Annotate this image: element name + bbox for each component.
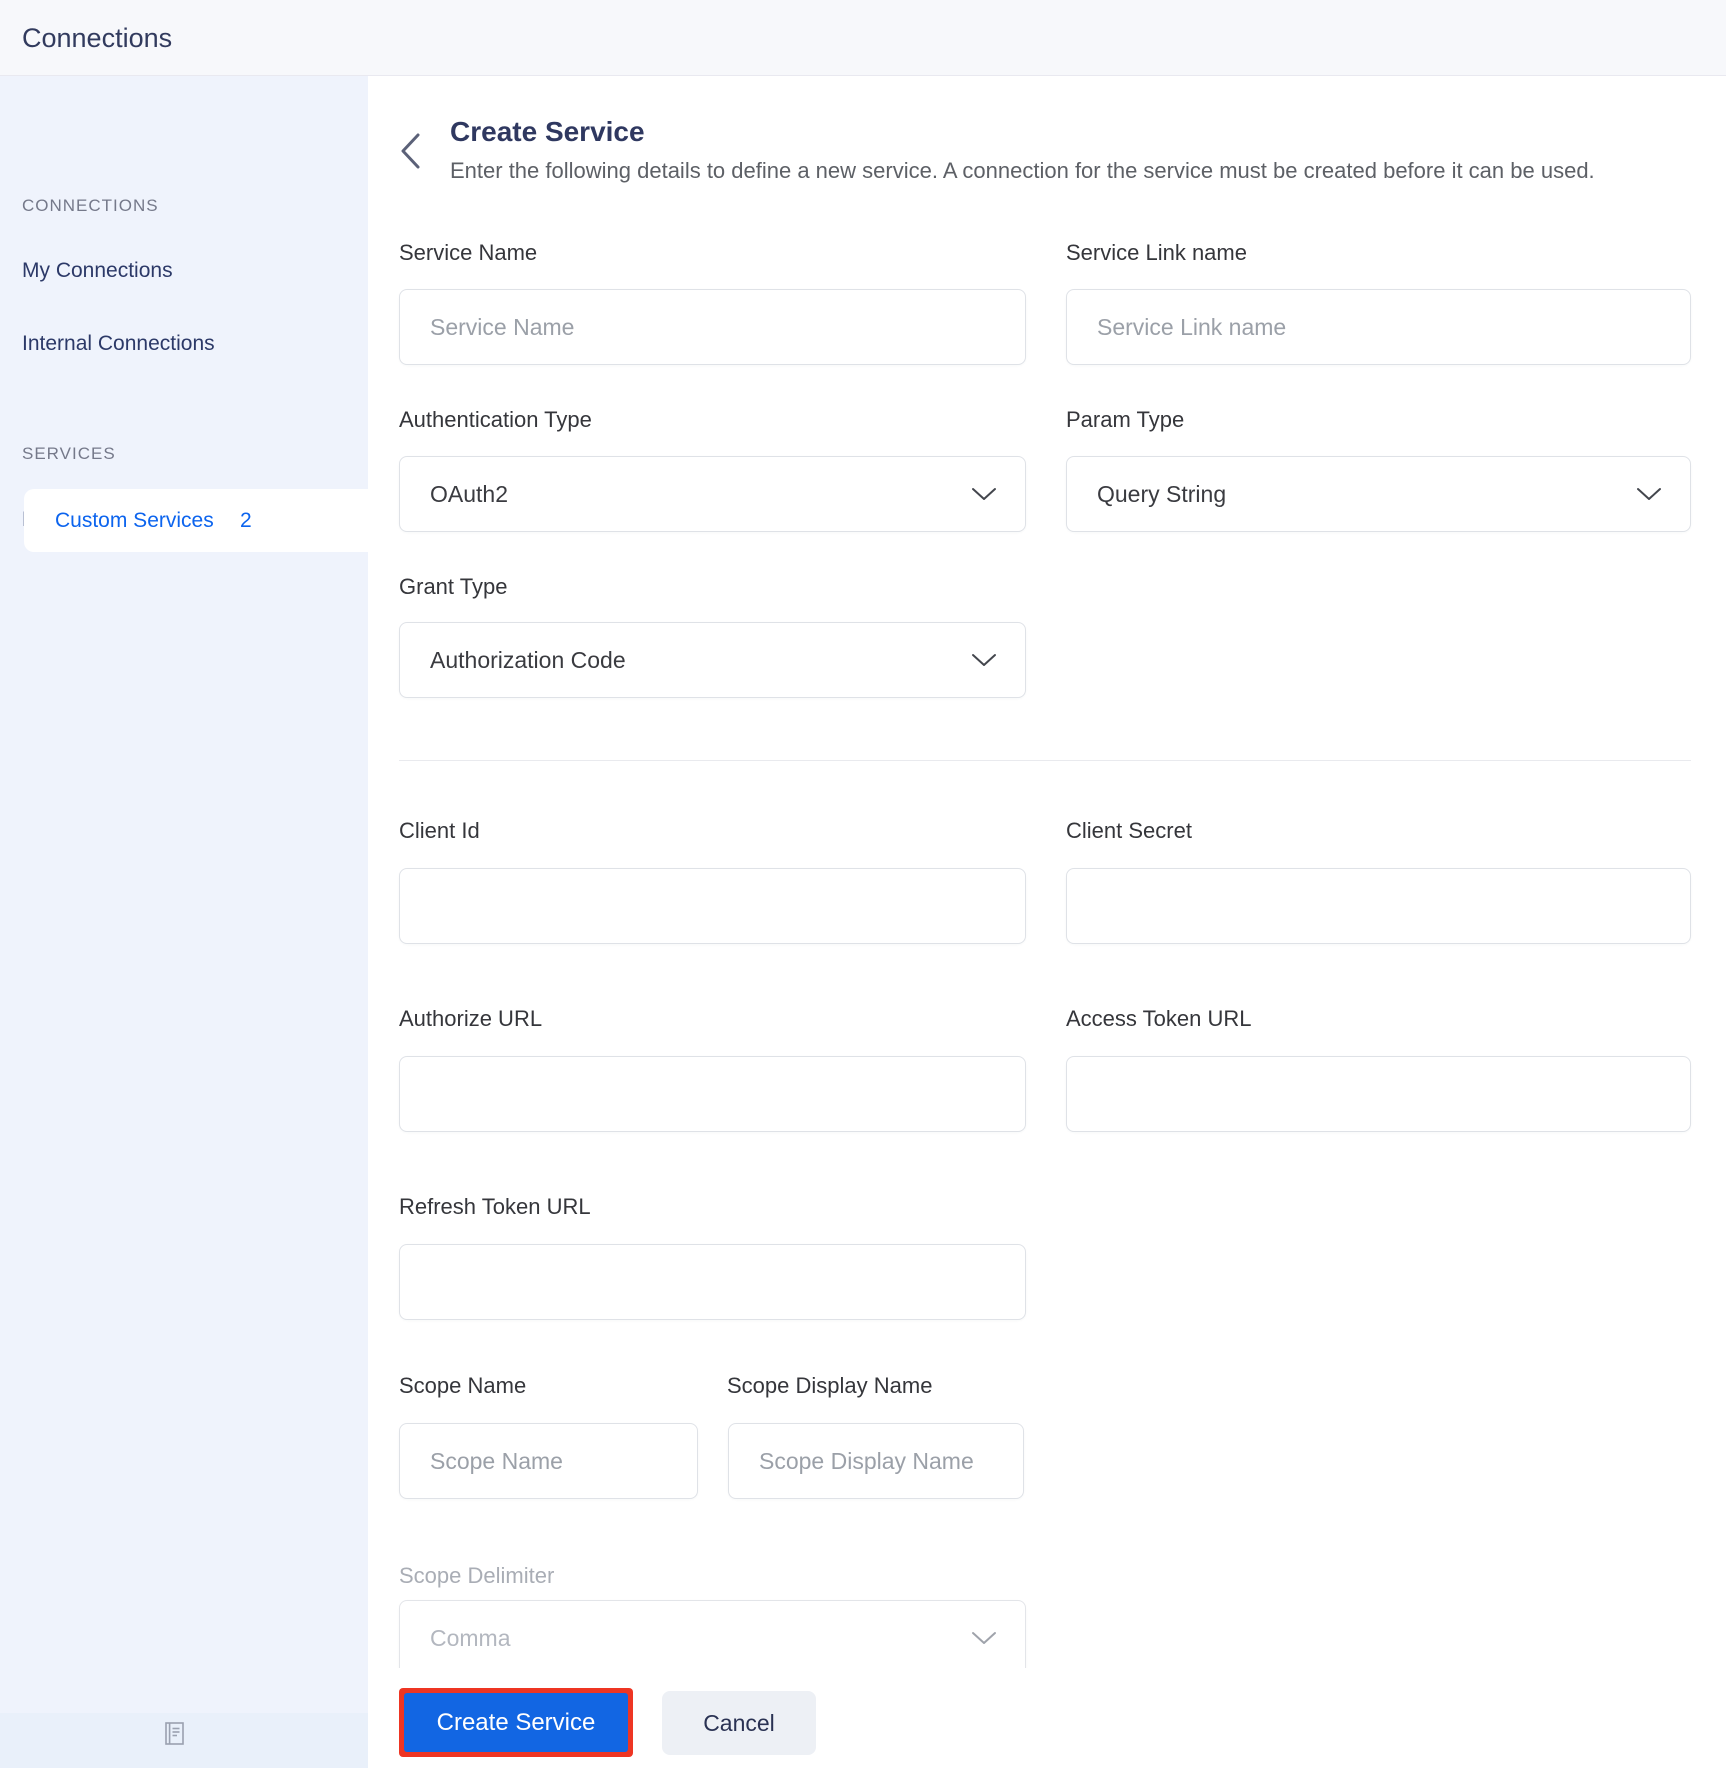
param-type-select[interactable]: Query String [1066, 456, 1691, 532]
scope-display-name-label: Scope Display Name [727, 1373, 933, 1398]
cancel-button[interactable]: Cancel [662, 1691, 816, 1755]
access-token-url-label: Access Token URL [1066, 1006, 1252, 1031]
service-link-name-input[interactable] [1066, 289, 1691, 365]
refresh-token-url-input[interactable] [399, 1244, 1026, 1320]
form-action-bar: Create Service Cancel [368, 1668, 1726, 1768]
client-secret-input[interactable] [1066, 868, 1691, 944]
sidebar-section-connections: CONNECTIONS [22, 196, 159, 215]
scope-display-name-input[interactable] [728, 1423, 1024, 1499]
page-title: Create Service [450, 116, 645, 147]
create-service-button[interactable]: Create Service [404, 1693, 628, 1752]
sidebar-item-label: Custom Services [55, 509, 214, 532]
scope-delimiter-label: Scope Delimiter [399, 1563, 555, 1588]
param-type-value: Query String [1097, 480, 1227, 507]
custom-services-count-badge: 2 [240, 509, 252, 532]
docs-panel-icon[interactable] [165, 1722, 184, 1745]
access-token-url-input[interactable] [1066, 1056, 1691, 1132]
chevron-left-icon [401, 133, 420, 169]
param-type-label: Param Type [1066, 407, 1185, 432]
scope-name-label: Scope Name [399, 1373, 527, 1398]
app-title: Connections [22, 23, 173, 53]
authorize-url-label: Authorize URL [399, 1006, 543, 1031]
refresh-token-url-label: Refresh Token URL [399, 1194, 591, 1219]
scope-name-input[interactable] [399, 1423, 698, 1499]
sidebar-item-custom-services[interactable]: Custom Services 2 [24, 489, 368, 552]
sidebar-item-internal-connections[interactable]: Internal Connections [22, 332, 215, 356]
create-service-button-highlight: Create Service [399, 1688, 633, 1757]
client-secret-label: Client Secret [1066, 818, 1192, 843]
scope-delimiter-value: Comma [430, 1624, 511, 1651]
client-id-input[interactable] [399, 868, 1026, 944]
grant-type-select[interactable]: Authorization Code [399, 622, 1026, 698]
chevron-down-icon [972, 1632, 996, 1644]
back-button[interactable] [398, 131, 434, 177]
sidebar: CONNECTIONS My Connections Internal Conn… [0, 76, 368, 1768]
service-name-label: Service Name [399, 240, 538, 265]
chevron-down-icon [972, 488, 996, 500]
sidebar-item-my-connections[interactable]: My Connections [22, 259, 173, 283]
scope-delimiter-select[interactable]: Comma [399, 1600, 1026, 1676]
chevron-down-icon [972, 654, 996, 666]
app-header: Connections [0, 0, 1726, 76]
authentication-type-label: Authentication Type [399, 407, 592, 432]
authorize-url-input[interactable] [399, 1056, 1026, 1132]
section-divider [399, 760, 1691, 761]
sidebar-footer [0, 1713, 368, 1768]
grant-type-label: Grant Type [399, 574, 508, 599]
authentication-type-select[interactable]: OAuth2 [399, 456, 1026, 532]
chevron-down-icon [1637, 488, 1661, 500]
service-link-name-label: Service Link name [1066, 240, 1247, 265]
grant-type-value: Authorization Code [430, 646, 626, 673]
main-content: Create Service Enter the following detai… [368, 76, 1726, 1768]
sidebar-section-services: SERVICES [22, 444, 116, 463]
page-subtitle: Enter the following details to define a … [450, 158, 1595, 183]
service-name-input[interactable] [399, 289, 1026, 365]
authentication-type-value: OAuth2 [430, 480, 508, 507]
client-id-label: Client Id [399, 818, 480, 843]
